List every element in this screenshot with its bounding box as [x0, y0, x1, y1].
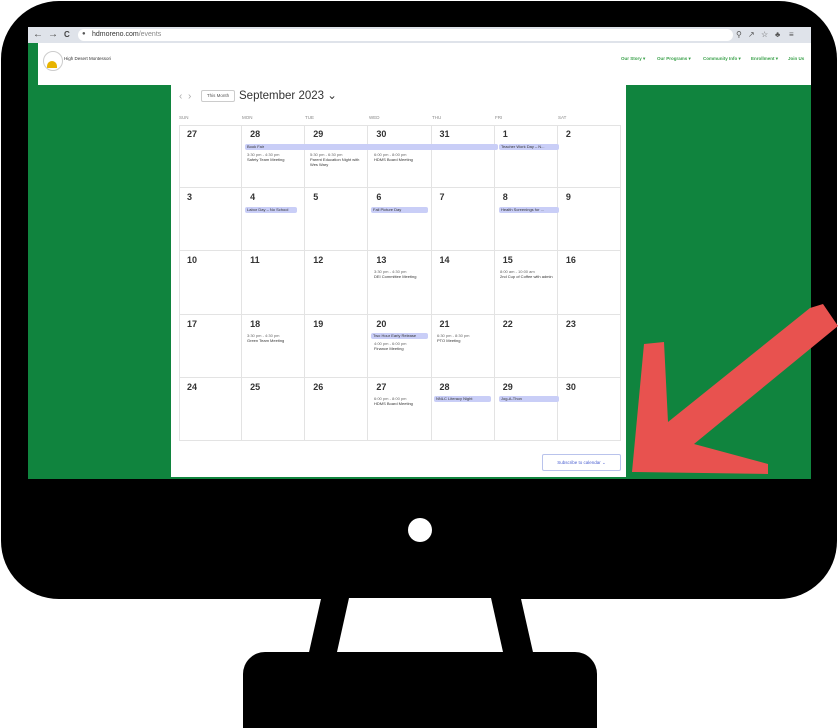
school-logo[interactable]	[43, 51, 63, 71]
event-hdms-board[interactable]: 6:00 pm - 8:00 pm HDMS Board Meeting	[374, 152, 430, 162]
grid-frame	[179, 125, 621, 441]
weekday-sat: SAT	[558, 115, 567, 120]
extensions-icon[interactable]: ♣	[775, 29, 780, 41]
event-literacy-night[interactable]: NNLC Literacy Night	[434, 396, 491, 402]
event-teacher-work-day[interactable]: Teacher Work Day – N...	[499, 144, 559, 150]
search-icon[interactable]: ⚲	[736, 29, 742, 41]
reload-icon[interactable]: C	[64, 29, 70, 41]
site-header: High Desert Montessori Our Story ▾ Our P…	[38, 43, 811, 85]
weekday-sun: SUN	[179, 115, 189, 120]
event-parent-education[interactable]: 5:30 pm - 6:30 pm Parent Education Night …	[310, 152, 366, 167]
event-fall-picture-day[interactable]: Fall Picture Day	[371, 207, 428, 213]
this-month-button[interactable]: This Month	[201, 90, 235, 102]
weekday-mon: MON	[242, 115, 253, 120]
event-finance-meeting[interactable]: 4:00 pm - 6:00 pm Finance Meeting	[374, 341, 430, 351]
month-grid: 30 29 28 27 26 25 24 23 22 21 20 19 18 17 16 15 14 13 12 11…	[179, 125, 621, 441]
event-health-screenings[interactable]: Health Screenings for ...	[499, 207, 559, 213]
event-pto-meeting[interactable]: 6:30 pm - 8:30 pm PTO Meeting	[437, 333, 493, 343]
subscribe-calendar-button[interactable]: Subscribe to calendar ⌄	[542, 454, 621, 471]
back-icon[interactable]: ←	[33, 29, 43, 41]
event-labor-day[interactable]: Labor Day – No School	[245, 207, 297, 213]
menu-icon[interactable]: ≡	[789, 29, 794, 41]
forward-icon[interactable]: →	[48, 29, 58, 41]
address-bar[interactable]: ● hdmoreno.com/events	[78, 29, 733, 41]
monitor-logo-dot	[408, 518, 432, 542]
weekday-wed: WED	[369, 115, 380, 120]
site-name[interactable]: High Desert Montessori	[64, 56, 111, 61]
month-title[interactable]: September 2023 ⌄	[239, 88, 337, 102]
event-hdms-board-27[interactable]: 6:00 pm - 8:00 pm HDMS Board Meeting	[374, 396, 430, 406]
weekday-tue: TUE	[305, 115, 314, 120]
event-green-team[interactable]: 3:30 pm - 4:30 pm Green Team Meeting	[247, 333, 303, 343]
event-safety-team[interactable]: 3:30 pm - 4:30 pm Safety Team Meeting	[247, 152, 303, 162]
event-jog-a-thon[interactable]: Jog-A-Thon	[499, 396, 559, 402]
star-icon[interactable]: ☆	[761, 29, 768, 41]
next-month-icon[interactable]: ›	[188, 91, 191, 102]
nav-community-info[interactable]: Community Info ▾	[703, 56, 741, 62]
weekday-thu: THU	[432, 115, 442, 120]
event-book-fair[interactable]: Book Fair	[245, 144, 498, 150]
monitor-base	[243, 652, 597, 728]
url-domain: hdmoreno.com	[92, 31, 139, 38]
url-text: hdmoreno.com/events	[92, 30, 161, 40]
browser-toolbar: ← → C ● hdmoreno.com/events ⚲ ↗ ☆ ♣ ≡	[28, 27, 811, 43]
event-coffee-admin[interactable]: 8:00 am - 10:00 am 2nd Cup of Coffee with…	[500, 269, 556, 279]
nav-enrollment[interactable]: Enrollment ▾	[751, 56, 778, 62]
red-arrow-icon	[632, 304, 838, 474]
url-path: /events	[138, 31, 162, 38]
nav-our-programs[interactable]: Our Programs ▾	[657, 56, 691, 62]
nav-our-story[interactable]: Our Story ▾	[621, 56, 645, 62]
calendar-panel: ‹ › This Month September 2023 ⌄ SUN MON …	[171, 85, 626, 477]
event-dei-committee[interactable]: 3:30 pm - 4:30 pm DEI Committee Meeting	[374, 269, 430, 279]
prev-month-icon[interactable]: ‹	[179, 91, 182, 102]
nav-join-us[interactable]: Join Us	[788, 56, 804, 61]
weekday-fri: FRI	[495, 115, 503, 120]
lock-icon: ●	[82, 31, 86, 37]
share-icon[interactable]: ↗	[748, 29, 755, 41]
event-early-release[interactable]: Two Hour Early Release	[371, 333, 428, 339]
